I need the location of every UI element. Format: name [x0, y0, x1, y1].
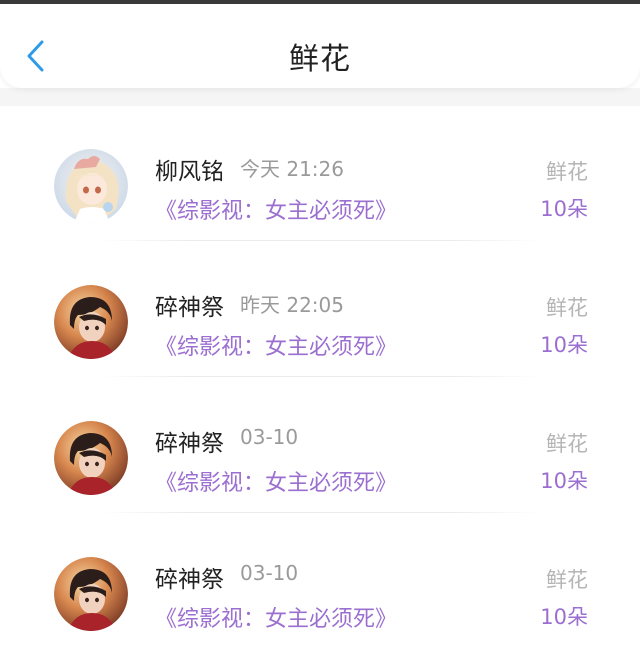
list-item[interactable]: 碎神祭 昨天 22:05 《综影视：女主必须死》 鲜花 10朵	[0, 242, 640, 378]
divider	[100, 240, 540, 241]
timestamp: 03-10	[240, 425, 299, 449]
gift-type-label: 鲜花	[546, 432, 588, 456]
divider	[100, 376, 540, 377]
avatar[interactable]	[54, 557, 128, 631]
timestamp: 今天 21:26	[240, 157, 344, 181]
avatar[interactable]	[54, 285, 128, 359]
avatar[interactable]	[54, 149, 128, 223]
anime-girl-avatar-icon	[54, 149, 128, 223]
book-title-link[interactable]: 《综影视：女主必须死》	[155, 601, 397, 633]
user-name[interactable]: 碎神祭	[155, 288, 224, 322]
anime-boy-avatar-icon	[54, 421, 128, 495]
header-gap	[0, 88, 640, 106]
anime-boy-avatar-icon	[54, 557, 128, 631]
gift-count: 10朵	[540, 469, 588, 493]
gift-type-label: 鲜花	[546, 160, 588, 184]
list-item[interactable]: 柳风铭 今天 21:26 《综影视：女主必须死》 鲜花 10朵	[0, 106, 640, 242]
flower-gift-list: 柳风铭 今天 21:26 《综影视：女主必须死》 鲜花 10朵 碎神祭 昨天 2…	[0, 106, 640, 650]
book-title-link[interactable]: 《综影视：女主必须死》	[155, 329, 397, 361]
gift-type-label: 鲜花	[546, 568, 588, 592]
timestamp: 03-10	[240, 561, 299, 585]
page-title: 鲜花	[289, 42, 351, 77]
user-name[interactable]: 柳风铭	[155, 152, 224, 186]
divider	[100, 512, 540, 513]
avatar[interactable]	[54, 421, 128, 495]
list-item[interactable]: 碎神祭 03-10 《综影视：女主必须死》 鲜花 10朵	[0, 378, 640, 514]
book-title-link[interactable]: 《综影视：女主必须死》	[155, 193, 397, 225]
anime-boy-avatar-icon	[54, 285, 128, 359]
book-title-link[interactable]: 《综影视：女主必须死》	[155, 465, 397, 497]
user-name[interactable]: 碎神祭	[155, 560, 224, 594]
header-bar: 鲜花	[0, 4, 640, 88]
user-name[interactable]: 碎神祭	[155, 424, 224, 458]
list-item[interactable]: 碎神祭 03-10 《综影视：女主必须死》 鲜花 10朵	[0, 514, 640, 650]
gift-count: 10朵	[540, 605, 588, 629]
gift-count: 10朵	[540, 333, 588, 357]
gift-type-label: 鲜花	[546, 296, 588, 320]
gift-count: 10朵	[540, 197, 588, 221]
timestamp: 昨天 22:05	[240, 293, 344, 317]
